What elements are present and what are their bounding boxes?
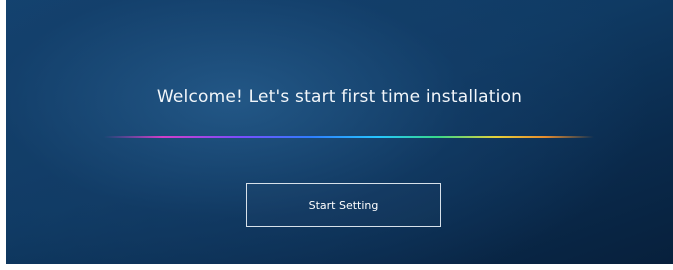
- welcome-message: Welcome! Let's start first time installa…: [156, 87, 523, 107]
- rainbow-divider: [104, 136, 594, 138]
- start-setting-button[interactable]: Start Setting: [246, 183, 441, 227]
- welcome-screen: Welcome! Let's start first time installa…: [6, 0, 673, 264]
